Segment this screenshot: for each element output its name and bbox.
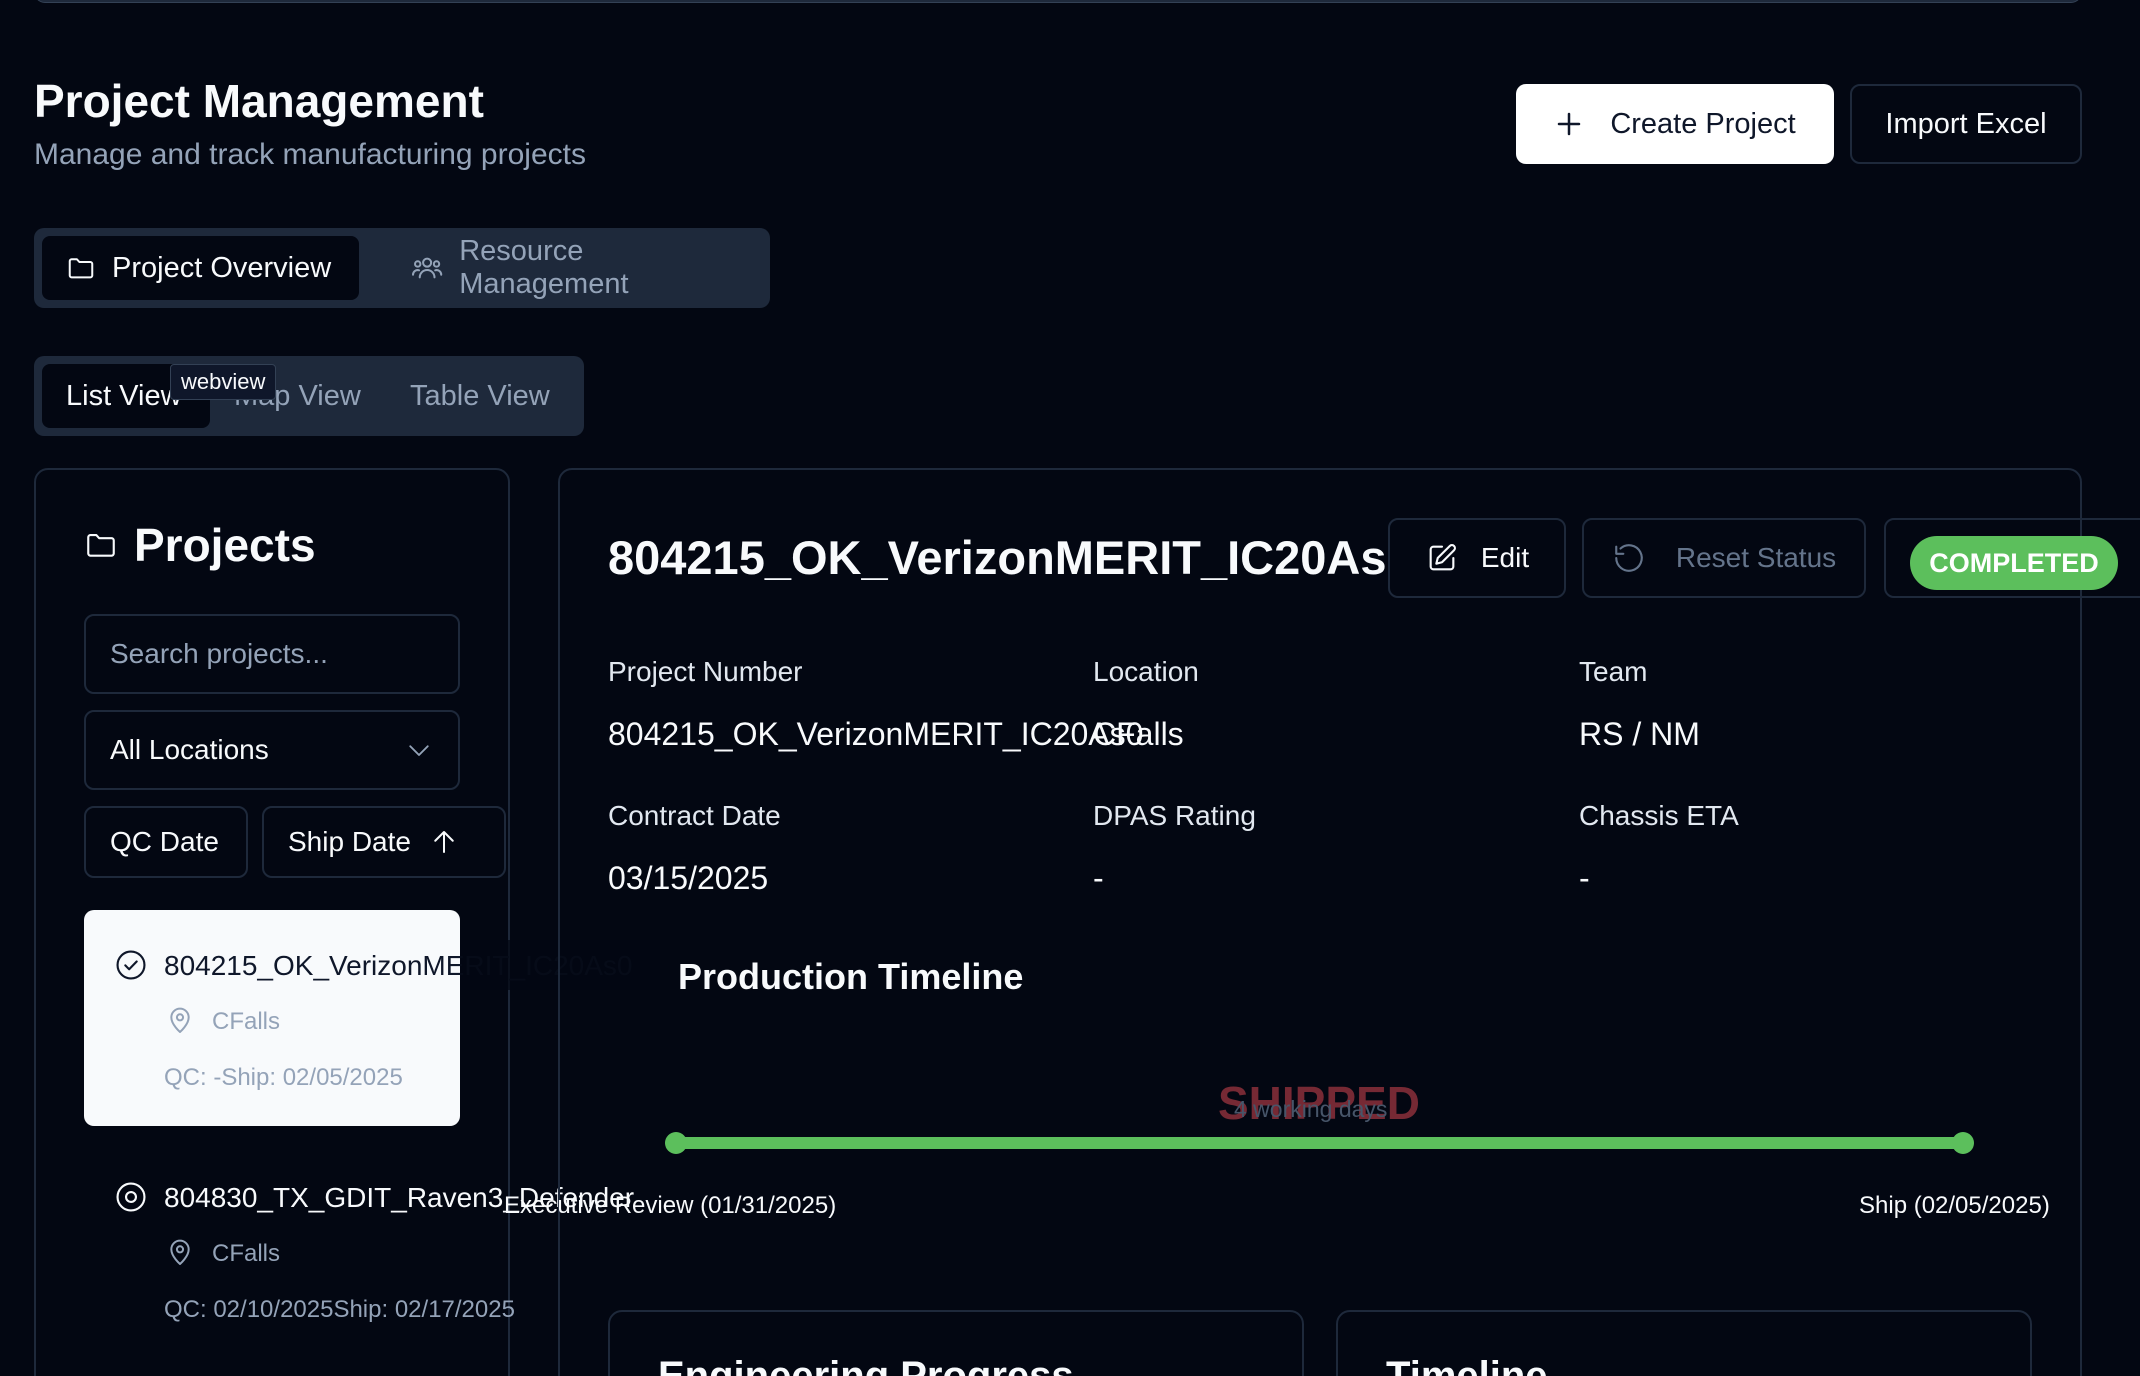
production-timeline-title: Production Timeline	[678, 956, 1024, 997]
sort-ship-label: Ship Date	[288, 826, 411, 857]
create-project-label: Create Project	[1610, 107, 1796, 140]
chevron-down-icon	[409, 745, 429, 756]
timeline-start-dot[interactable]	[665, 1132, 687, 1154]
project-detail-title: 804215_OK_VerizonMERIT_IC20As0	[608, 531, 1413, 584]
edit-label: Edit	[1480, 542, 1530, 573]
tab-project-overview[interactable]: Project Overview	[42, 236, 359, 300]
project-detail-panel	[558, 468, 2082, 1376]
sort-qc-label: QC Date	[110, 826, 219, 857]
users-icon	[412, 257, 443, 279]
engineering-progress-title: Engineering Progress	[658, 1354, 1074, 1376]
tab-project-overview-label: Project Overview	[112, 251, 332, 284]
status-container: COMPLETED	[1884, 518, 2140, 598]
dpas-rating-label: DPAS Rating	[1093, 800, 1256, 831]
page-subtitle: Manage and track manufacturing projects	[34, 138, 586, 171]
tab-list-view-label: List View	[66, 379, 182, 412]
projects-title: Projects	[134, 519, 316, 571]
project-number-value: 804215_OK_VerizonMERIT_IC20As0	[608, 716, 1144, 752]
contract-date-value: 03/15/2025	[608, 860, 769, 896]
dpas-rating-value: -	[1093, 860, 1104, 896]
folder-icon	[68, 258, 94, 279]
edit-button[interactable]: Edit	[1388, 518, 1566, 598]
page-title: Project Management	[34, 75, 484, 127]
team-value: RS / NM	[1579, 716, 1700, 752]
timeline-end-dot[interactable]	[1952, 1132, 1974, 1154]
status-badge: COMPLETED	[1910, 536, 2118, 590]
import-excel-label: Import Excel	[1885, 107, 2047, 140]
contract-date-label: Contract Date	[608, 800, 781, 831]
target-circle-icon	[116, 1182, 146, 1212]
timeline-end-label: Ship (02/05/2025)	[1859, 1192, 2050, 1219]
arrow-up-icon	[434, 831, 454, 853]
tab-table-view-label: Table View	[410, 379, 550, 412]
location-value: CFalls	[1093, 716, 1184, 752]
project-list-item-location: CFalls	[212, 1240, 281, 1267]
location-label: Location	[1093, 656, 1199, 687]
sort-ship-date-button[interactable]: Ship Date	[262, 806, 506, 878]
webview-tooltip: webview	[170, 364, 277, 400]
map-pin-icon	[170, 1007, 190, 1033]
timeline-card-title: Timeline	[1386, 1354, 1548, 1376]
search-projects-input[interactable]	[84, 614, 460, 694]
tab-resource-management-label: Resource Management	[459, 235, 629, 300]
chassis-eta-value: -	[1579, 860, 1590, 896]
projects-header: Projects	[84, 518, 316, 572]
reset-status-button[interactable]: Reset Status	[1582, 518, 1866, 598]
reset-status-label: Reset Status	[1675, 542, 1837, 573]
chassis-eta-label: Chassis ETA	[1579, 800, 1739, 831]
location-filter-select[interactable]: All Locations	[84, 710, 460, 790]
plus-icon	[1558, 112, 1581, 136]
folder-icon	[87, 534, 115, 557]
project-list-item-dates: QC: -Ship: 02/05/2025	[164, 1064, 403, 1091]
working-days-label: 4 working days	[1234, 1096, 1388, 1122]
main-tab-bar: Project Overview Resource Management	[34, 228, 770, 308]
check-circle-icon	[116, 950, 146, 980]
project-list-item-location: CFalls	[212, 1008, 281, 1035]
tab-resource-management[interactable]: Resource Management	[379, 235, 769, 300]
top-bar	[34, 0, 2082, 3]
reset-icon	[1615, 544, 1643, 572]
import-excel-button[interactable]: Import Excel	[1850, 84, 2082, 164]
edit-icon	[1429, 544, 1456, 571]
create-project-button[interactable]: Create Project	[1516, 84, 1834, 164]
view-tab-bar: List View Map View Table View	[34, 356, 584, 436]
tab-table-view[interactable]: Table View	[410, 364, 550, 428]
timeline-start-label: Executive Review (01/31/2025)	[504, 1192, 837, 1219]
project-list-item-dates: QC: 02/10/2025Ship: 02/17/2025	[164, 1296, 515, 1323]
timeline-bar	[676, 1137, 1964, 1149]
map-pin-icon	[170, 1239, 190, 1265]
team-label: Team	[1579, 656, 1648, 687]
sort-qc-date-button[interactable]: QC Date	[84, 806, 248, 878]
project-number-label: Project Number	[608, 656, 803, 687]
location-filter-value: All Locations	[110, 734, 269, 765]
